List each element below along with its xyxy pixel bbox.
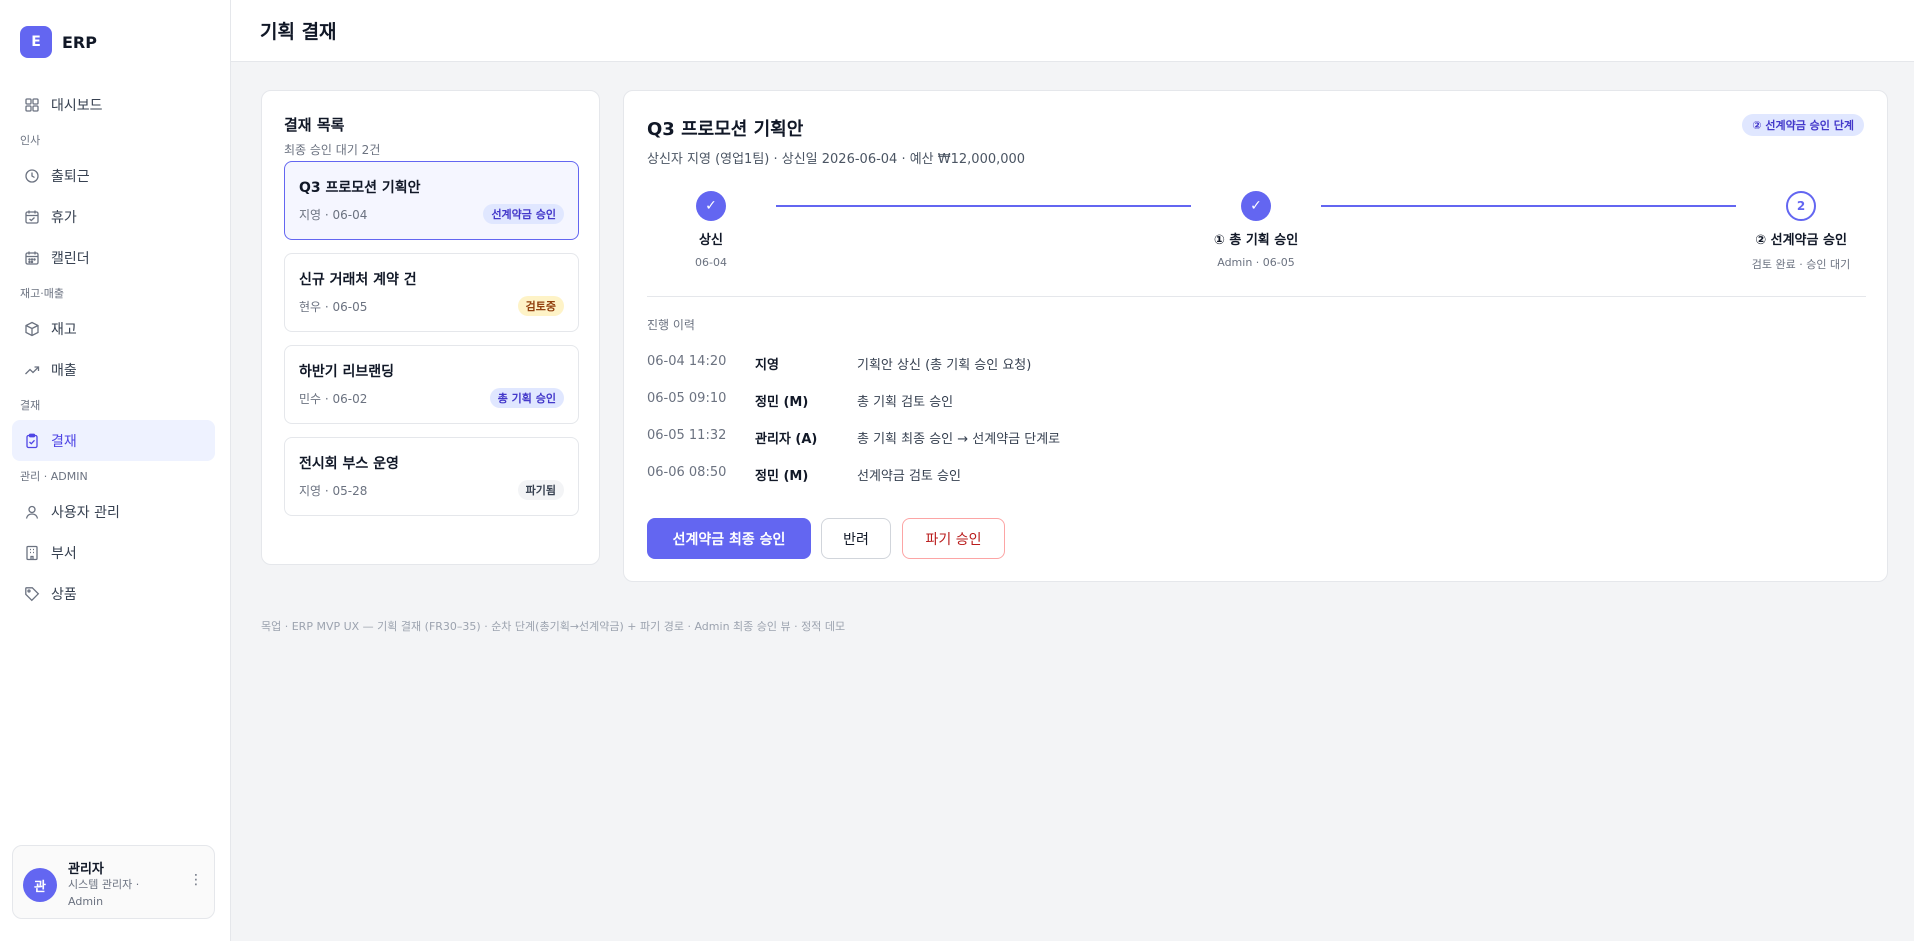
status-badge: 총 기획 승인 — [489, 388, 564, 408]
detail-meta: 상신자 지영 (영업1팀) · 상신일 2026-06-04 · 예산 ₩12,… — [647, 152, 1026, 167]
sidebar-item[interactable]: 출퇴근 — [12, 155, 215, 196]
box-icon — [24, 321, 40, 337]
sidebar-item[interactable]: 대시보드 — [12, 84, 215, 125]
approval-item-meta: 현우 · 06-05 — [299, 300, 368, 314]
reject-button[interactable]: 반려 — [821, 518, 891, 559]
list-subtitle: 최종 승인 대기 2건 — [284, 143, 381, 157]
sidebar-item-label: 대시보드 — [51, 97, 103, 114]
sidebar-item-label: 부서 — [51, 545, 77, 562]
user-card[interactable]: 관 관리자 시스템 관리자 · Admin ⋮ — [12, 845, 215, 919]
sidebar-item[interactable]: 부서 — [12, 532, 215, 573]
approval-item-title: Q3 프로모션 기획안 — [299, 180, 421, 196]
final-approve-button[interactable]: 선계약금 최종 승인 — [647, 518, 811, 559]
sidebar-item-label: 휴가 — [51, 209, 77, 226]
more-vertical-icon[interactable]: ⋮ — [188, 872, 204, 892]
discard-approve-button[interactable]: 파기 승인 — [902, 518, 1005, 559]
approval-item[interactable]: 전시회 부스 운영지영 · 05-28 파기됨 — [284, 437, 579, 516]
nav-section-label: 인사 — [20, 134, 41, 147]
status-badge: 파기됨 — [517, 480, 564, 500]
approval-item-title: 전시회 부스 운영 — [299, 456, 399, 472]
list-title: 결재 목록 — [284, 116, 345, 134]
sidebar-item[interactable]: 결재 — [12, 420, 215, 461]
sidebar-item-label: 상품 — [51, 586, 77, 603]
detail-panel: Q3 프로모션 기획안 상신자 지영 (영업1팀) · 상신일 2026-06-… — [623, 90, 1888, 582]
header: 기획 결재 — [231, 0, 1914, 62]
sidebar: E ERP 대시보드 인사 출퇴근 휴가 캘린더 재고·매출 재고 매출 결재 결재 관리 · AD… — [0, 0, 231, 941]
calendar-check-icon — [24, 209, 40, 225]
step-label: 상신 — [699, 233, 723, 248]
sidebar-item[interactable]: 매출 — [12, 349, 215, 390]
sidebar-nav: 대시보드 인사 출퇴근 휴가 캘린더 재고·매출 재고 매출 결재 결재 관리 · ADMIN 사용자… — [12, 84, 215, 614]
approval-item-meta: 민수 · 06-02 — [299, 392, 368, 406]
tag-icon — [24, 586, 40, 602]
calendar-icon — [24, 250, 40, 266]
history-time: 06-05 09:10 — [647, 391, 727, 406]
step-check-icon: ✓ — [696, 191, 726, 221]
approval-item-title: 신규 거래처 계약 건 — [299, 272, 417, 288]
sidebar-item[interactable]: 휴가 — [12, 196, 215, 237]
sidebar-item[interactable]: 캘린더 — [12, 237, 215, 278]
step-subtext: 06-04 — [695, 256, 727, 269]
approval-item-title: 하반기 리브랜딩 — [299, 364, 395, 380]
step-subtext: Admin · 06-05 — [1217, 256, 1295, 269]
brand-name: ERP — [62, 32, 97, 52]
history-action: 선계약금 검토 승인 — [857, 469, 961, 484]
step-connector — [1321, 205, 1736, 207]
grid-icon — [24, 97, 40, 113]
sidebar-item-label: 결재 — [51, 433, 77, 450]
avatar: 관 — [23, 868, 57, 902]
clipboard-icon — [24, 433, 40, 449]
nav-section-label: 관리 · ADMIN — [20, 470, 88, 483]
step-current-indicator: 2 — [1786, 191, 1816, 221]
approval-item[interactable]: 신규 거래처 계약 건현우 · 06-05 검토중 — [284, 253, 579, 332]
history-time: 06-06 08:50 — [647, 465, 727, 480]
history-actor: 정민 (M) — [755, 469, 809, 484]
detail-title: Q3 프로모션 기획안 — [647, 119, 804, 140]
approval-item[interactable]: 하반기 리브랜딩민수 · 06-02 총 기획 승인 — [284, 345, 579, 424]
history-time: 06-05 11:32 — [647, 428, 727, 443]
nav-section-label: 결재 — [20, 399, 41, 412]
brand-logo: E — [20, 26, 52, 58]
step-check-icon: ✓ — [1241, 191, 1271, 221]
sidebar-item-label: 매출 — [51, 362, 77, 379]
sidebar-item-label: 출퇴근 — [51, 168, 90, 185]
step-label: ② 선계약금 승인 — [1755, 233, 1847, 248]
step-connector — [776, 205, 1191, 207]
history-action: 총 기획 최종 승인 → 선계약금 단계로 — [857, 432, 1061, 447]
page-title: 기획 결재 — [260, 21, 337, 43]
building-icon — [24, 545, 40, 561]
approval-item-meta: 지영 · 05-28 — [299, 484, 368, 498]
trend-icon — [24, 362, 40, 378]
sidebar-item[interactable]: 재고 — [12, 308, 215, 349]
approval-item[interactable]: Q3 프로모션 기획안지영 · 06-04 선계약금 승인 — [284, 161, 579, 240]
status-badge: 검토중 — [517, 296, 564, 316]
history-actor: 정민 (M) — [755, 395, 809, 410]
footer-note: 목업 · ERP MVP UX — 기획 결재 (FR30–35) · 순차 단… — [261, 620, 846, 633]
sidebar-item[interactable]: 사용자 관리 — [12, 491, 215, 532]
user-name: 관리자 — [68, 862, 104, 877]
user-icon — [24, 504, 40, 520]
status-badge: 선계약금 승인 — [483, 204, 564, 224]
nav-section-label: 재고·매출 — [20, 287, 64, 300]
history-action: 기획안 상신 (총 기획 승인 요청) — [857, 358, 1032, 373]
clock-icon — [24, 168, 40, 184]
stage-badge: ② 선계약금 승인 단계 — [1742, 114, 1864, 136]
sidebar-item-label: 재고 — [51, 321, 77, 338]
step-label: ① 총 기획 승인 — [1213, 233, 1299, 248]
user-role: 시스템 관리자 · Admin — [68, 878, 140, 908]
history-actor: 관리자 (A) — [755, 432, 818, 447]
sidebar-item-label: 캘린더 — [51, 250, 90, 267]
history-action: 총 기획 검토 승인 — [857, 395, 954, 410]
history-actor: 지영 — [755, 358, 779, 373]
approval-item-meta: 지영 · 06-04 — [299, 208, 368, 222]
history-title: 진행 이력 — [647, 318, 695, 332]
sidebar-item[interactable]: 상품 — [12, 573, 215, 614]
divider — [647, 296, 1866, 297]
approval-list-panel: 결재 목록 최종 승인 대기 2건 Q3 프로모션 기획안지영 · 06-04 선… — [261, 90, 600, 565]
history-time: 06-04 14:20 — [647, 354, 727, 369]
sidebar-item-label: 사용자 관리 — [51, 504, 120, 521]
step-subtext: 검토 완료 · 승인 대기 — [1751, 258, 1851, 271]
brand[interactable]: E ERP — [20, 26, 97, 58]
